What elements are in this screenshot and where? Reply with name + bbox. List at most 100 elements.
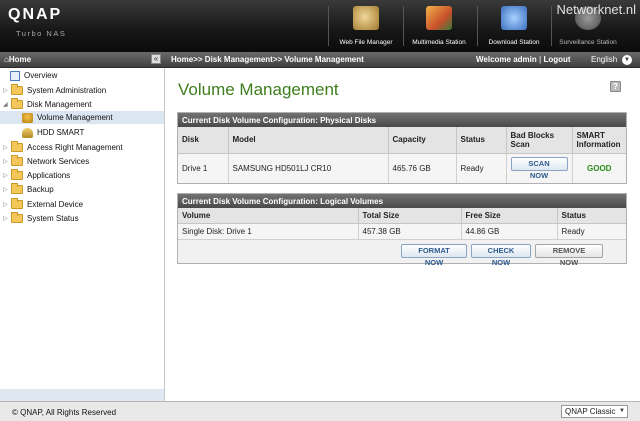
sidebar-item-label: System Administration: [27, 86, 107, 95]
sidebar-item-label: External Device: [27, 200, 84, 209]
column-header: Capacity: [388, 127, 457, 154]
watermark: Networknet.nl: [556, 2, 636, 17]
expand-arrow-icon[interactable]: ▷: [3, 87, 11, 94]
column-header: SMART Information: [572, 127, 626, 154]
column-header: Bad Blocks Scan: [506, 127, 573, 154]
sidebar-home-label: Home: [8, 55, 32, 64]
multimedia-station-button[interactable]: Multimedia Station: [403, 6, 475, 48]
sidebar-item-access-right-management[interactable]: ▷ Access Right Management: [3, 141, 123, 154]
top-header: QNAP Turbo NAS Web File Manager Multimed…: [0, 0, 640, 52]
hdd-smart-icon: [22, 127, 33, 138]
sidebar-item-hdd-smart[interactable]: HDD SMART: [22, 126, 84, 139]
multimedia-station-label: Multimedia Station: [412, 39, 466, 46]
logical-volumes-panel: Current Disk Volume Configuration: Logic…: [177, 193, 627, 267]
status-cell: Ready: [557, 223, 626, 239]
help-icon[interactable]: ?: [610, 81, 621, 92]
sidebar-item-overview[interactable]: Overview: [10, 69, 57, 82]
copyright: © QNAP, All Rights Reserved: [12, 408, 117, 417]
breadcrumb-bar: ⌂Home « Home>> Disk Management>> Volume …: [0, 52, 640, 68]
sidebar-item-label: HDD SMART: [37, 128, 85, 137]
remove-now-button[interactable]: REMOVE NOW: [535, 244, 603, 267]
sidebar-item-label: Access Right Management: [27, 143, 123, 152]
page-title: Volume Management: [178, 80, 339, 99]
sidebar-item-backup[interactable]: ▷ Backup: [3, 183, 54, 196]
web-file-manager-label: Web File Manager: [339, 39, 393, 46]
logout-link[interactable]: Logout: [543, 55, 570, 64]
sidebar-item-volume-management[interactable]: Volume Management: [0, 111, 164, 124]
sidebar-item-external-device[interactable]: ▷ External Device: [3, 198, 83, 211]
surveillance-station-label: Surveillance Station: [559, 39, 617, 46]
sidebar-item-label: Disk Management: [27, 100, 92, 109]
language-label[interactable]: English: [591, 55, 617, 64]
free-size-cell: 44.86 GB: [461, 223, 558, 239]
sidebar-item-label: Volume Management: [37, 113, 113, 122]
sidebar-item-system-administration[interactable]: ▷ System Administration: [3, 84, 106, 97]
panel-title: Current Disk Volume Configuration: Physi…: [178, 113, 626, 127]
physical-disks-panel: Current Disk Volume Configuration: Physi…: [177, 112, 627, 184]
folder-icon: [11, 169, 23, 180]
sidebar-item-label: Backup: [27, 185, 54, 194]
format-now-button[interactable]: FORMAT NOW: [401, 244, 467, 267]
download-station-label: Download Station: [488, 39, 540, 46]
physical-disks-table: Disk Model Capacity Status Bad Blocks Sc…: [178, 127, 626, 183]
header-separator: [328, 6, 329, 46]
sidebar-item-label: Network Services: [27, 157, 90, 166]
check-now-button[interactable]: CHECK NOW: [471, 244, 531, 267]
table-row: Single Disk: Drive 1 457.38 GB 44.86 GB …: [178, 223, 626, 239]
chevron-down-icon: ▼: [619, 408, 625, 414]
expand-arrow-icon[interactable]: ▷: [3, 215, 11, 222]
folder-icon: [11, 183, 23, 194]
footer: © QNAP, All Rights Reserved QNAP Classic…: [0, 401, 640, 421]
scan-cell: SCAN NOW: [506, 153, 573, 183]
welcome-text: Welcome admin: [476, 55, 537, 64]
web-file-manager-button[interactable]: Web File Manager: [330, 6, 402, 48]
volume-actions: FORMAT NOW CHECK NOW REMOVE NOW: [178, 239, 626, 267]
total-size-cell: 457.38 GB: [358, 223, 462, 239]
status-cell: Ready: [456, 153, 507, 183]
tagline: Turbo NAS: [16, 29, 67, 38]
smart-status: GOOD: [572, 153, 626, 183]
multimedia-station-icon: [426, 6, 452, 30]
folder-icon: [11, 84, 23, 95]
expand-arrow-icon[interactable]: ▷: [3, 172, 11, 179]
overview-icon: [10, 70, 20, 81]
sidebar-item-label: Overview: [24, 71, 58, 80]
download-station-button[interactable]: Download Station: [478, 6, 550, 48]
volume-cell: Single Disk: Drive 1: [178, 223, 359, 239]
sidebar-item-network-services[interactable]: ▷ Network Services: [3, 155, 89, 168]
column-header: Total Size: [358, 208, 462, 224]
sidebar-bottom-bar: [0, 389, 164, 401]
expand-arrow-icon[interactable]: ▷: [3, 158, 11, 165]
sidebar-home[interactable]: ⌂Home: [4, 55, 31, 64]
logical-volumes-table: Volume Total Size Free Size Status Singl…: [178, 208, 626, 239]
sidebar-item-label: Applications: [27, 171, 71, 180]
theme-select[interactable]: QNAP Classic ▼: [561, 405, 628, 418]
sidebar-item-label: System Status: [27, 214, 79, 223]
sidebar-item-system-status[interactable]: ▷ System Status: [3, 212, 79, 225]
sidebar: Overview ▷ System Administration ◢ Disk …: [0, 68, 165, 401]
table-row: Drive 1 SAMSUNG HD501LJ CR10 465.76 GB R…: [178, 153, 626, 183]
collapse-sidebar-button[interactable]: «: [151, 54, 161, 64]
sidebar-item-disk-management[interactable]: ◢ Disk Management: [3, 98, 91, 111]
column-header: Model: [228, 127, 389, 154]
column-header: Free Size: [461, 208, 558, 224]
collapse-arrow-icon[interactable]: ◢: [3, 101, 11, 108]
folder-icon: [11, 198, 23, 209]
column-header: Volume: [178, 208, 359, 224]
download-station-icon: [501, 6, 527, 30]
capacity-cell: 465.76 GB: [388, 153, 457, 183]
folder-open-icon: [11, 98, 23, 109]
disk-cell: Drive 1: [178, 153, 229, 183]
web-file-manager-icon: [353, 6, 379, 30]
main-content: Volume Management ? Current Disk Volume …: [166, 68, 640, 401]
scan-now-button[interactable]: SCAN NOW: [510, 156, 568, 180]
folder-icon: [11, 212, 23, 223]
expand-arrow-icon[interactable]: ▷: [3, 186, 11, 193]
column-header: Status: [557, 208, 626, 224]
sidebar-item-applications[interactable]: ▷ Applications: [3, 169, 70, 182]
expand-arrow-icon[interactable]: ▷: [3, 144, 11, 151]
folder-icon: [11, 155, 23, 166]
volume-icon: [22, 112, 33, 123]
chevron-down-icon[interactable]: ▼: [622, 55, 632, 65]
expand-arrow-icon[interactable]: ▷: [3, 201, 11, 208]
